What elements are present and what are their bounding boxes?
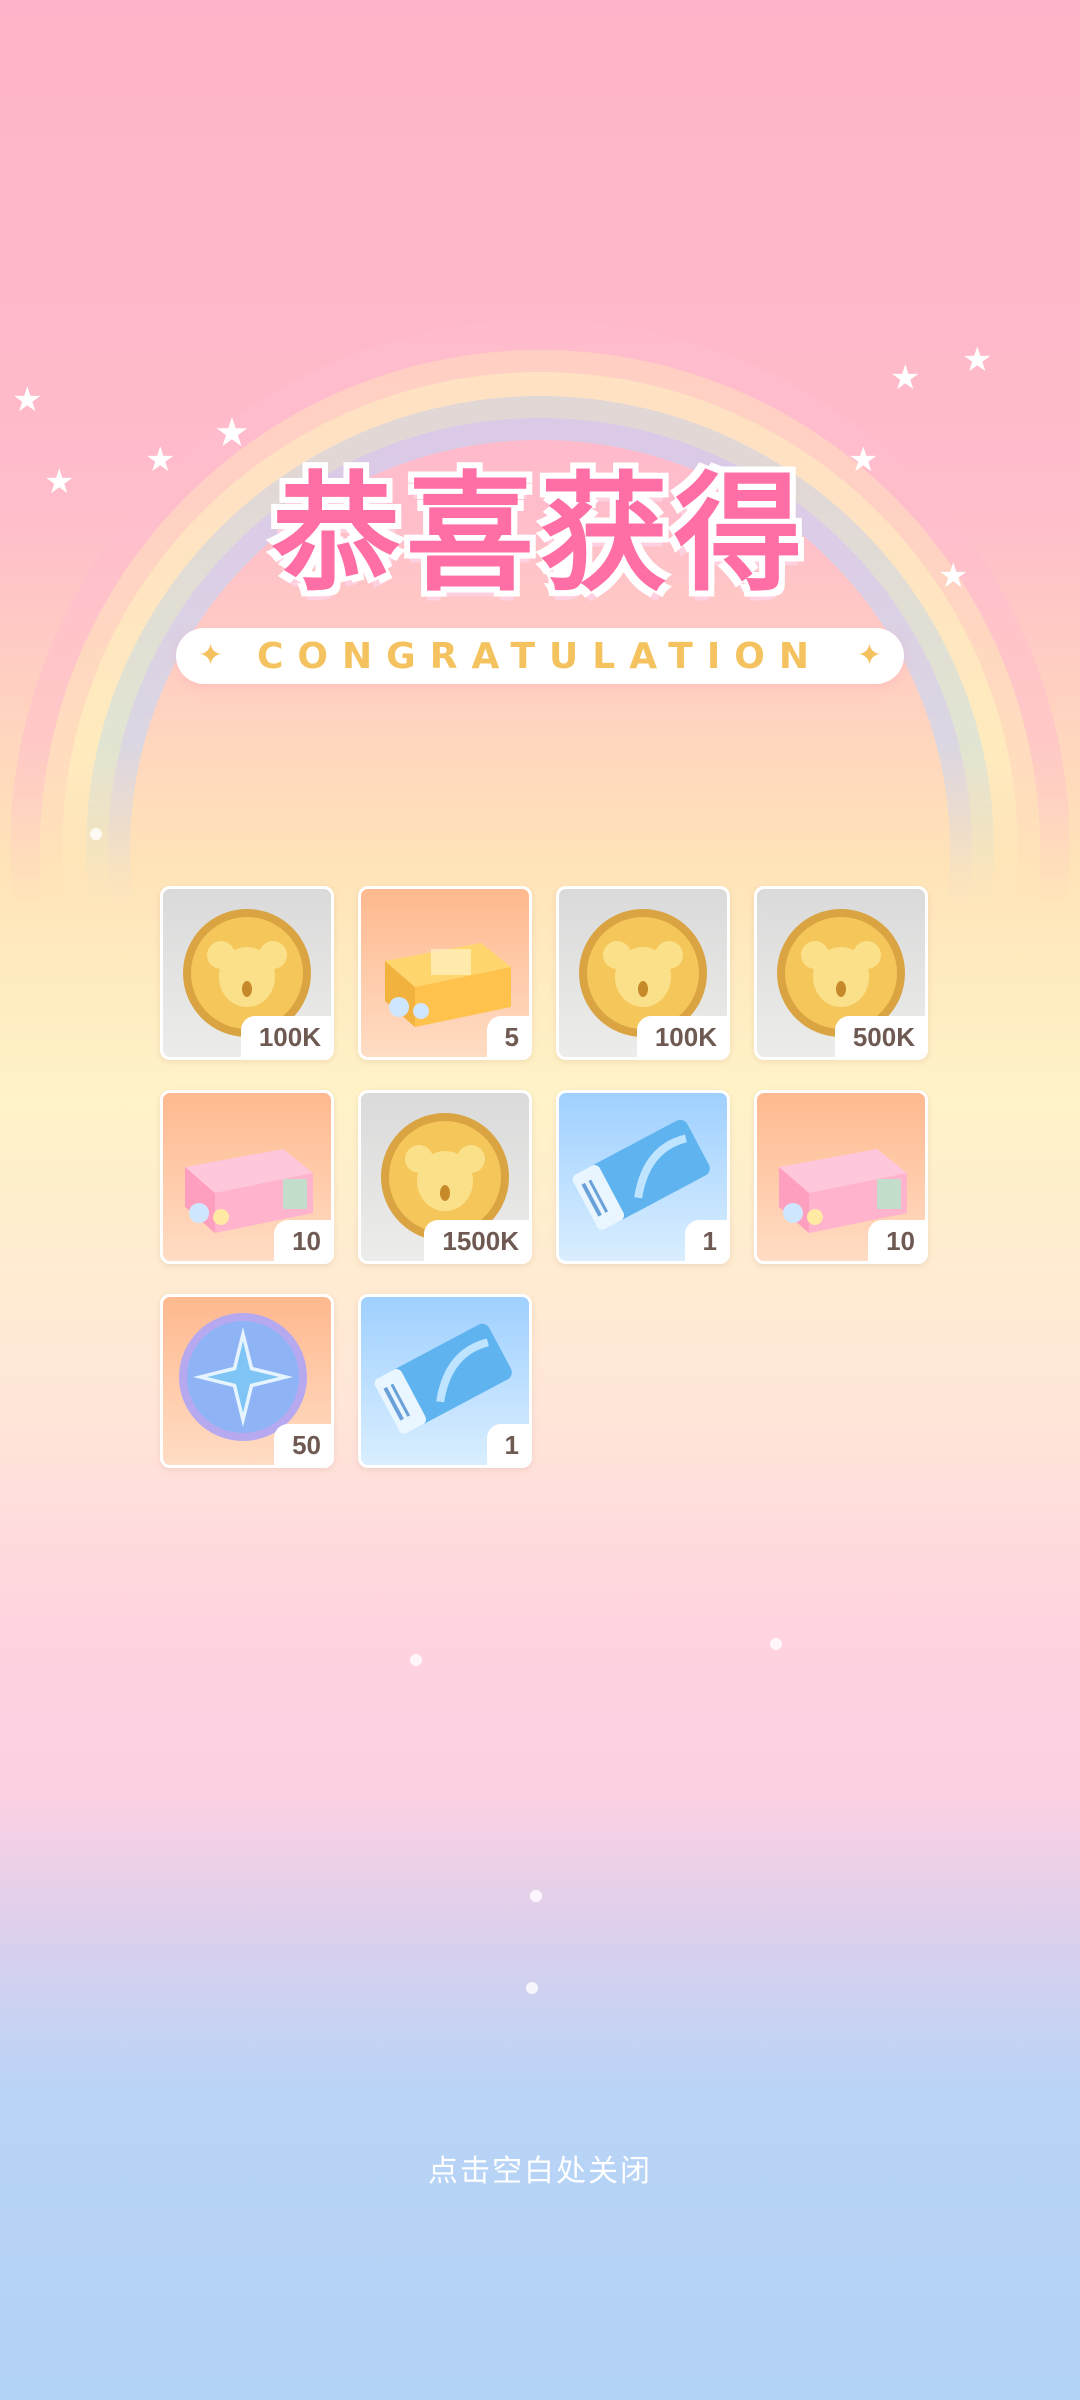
- reward-count: 1: [684, 1220, 727, 1261]
- congratulation-banner: ✦ CONGRATULATION ✦: [176, 628, 904, 684]
- reward-count: 50: [274, 1424, 331, 1465]
- reward-item-gift-box[interactable]: 10: [754, 1090, 928, 1264]
- star-decoration: ★: [12, 381, 43, 419]
- reward-count: 1: [486, 1424, 529, 1465]
- reward-item-coin[interactable]: 500K: [754, 886, 928, 1060]
- sparkle-dot: [90, 828, 102, 840]
- sparkle-icon: ✦: [856, 639, 882, 672]
- reward-count: 10: [868, 1220, 925, 1261]
- sparkle-dot: [526, 1982, 538, 1994]
- sparkle-dot: [530, 1890, 542, 1902]
- congratulation-text: CONGRATULATION: [257, 635, 823, 677]
- reward-item-coin[interactable]: 100K: [556, 886, 730, 1060]
- reward-item-gift-box[interactable]: 10: [160, 1090, 334, 1264]
- reward-item-ticket[interactable]: 1: [556, 1090, 730, 1264]
- reward-item-coin[interactable]: 1500K: [358, 1090, 532, 1264]
- reward-count: 10: [274, 1220, 331, 1261]
- star-decoration: ★: [962, 341, 993, 379]
- reward-item-ticket[interactable]: 1: [358, 1294, 532, 1468]
- sparkle-dot: [770, 1638, 782, 1650]
- tap-to-close-hint[interactable]: 点击空白处关闭: [0, 2146, 1080, 2190]
- reward-item-star-medal[interactable]: 50: [160, 1294, 334, 1468]
- reward-count: 1500K: [424, 1220, 529, 1261]
- star-decoration: ★: [890, 359, 921, 397]
- congrats-title: 恭喜获得: [271, 460, 808, 609]
- reward-count: 500K: [834, 1016, 925, 1057]
- reward-count: 100K: [636, 1016, 727, 1057]
- reward-item-gift-box[interactable]: 5: [358, 886, 532, 1060]
- reward-item-coin[interactable]: 100K: [160, 886, 334, 1060]
- sparkle-icon: ✦: [198, 639, 224, 672]
- sparkle-dot: [410, 1654, 422, 1666]
- reward-count: 100K: [240, 1016, 331, 1057]
- reward-count: 5: [486, 1016, 529, 1057]
